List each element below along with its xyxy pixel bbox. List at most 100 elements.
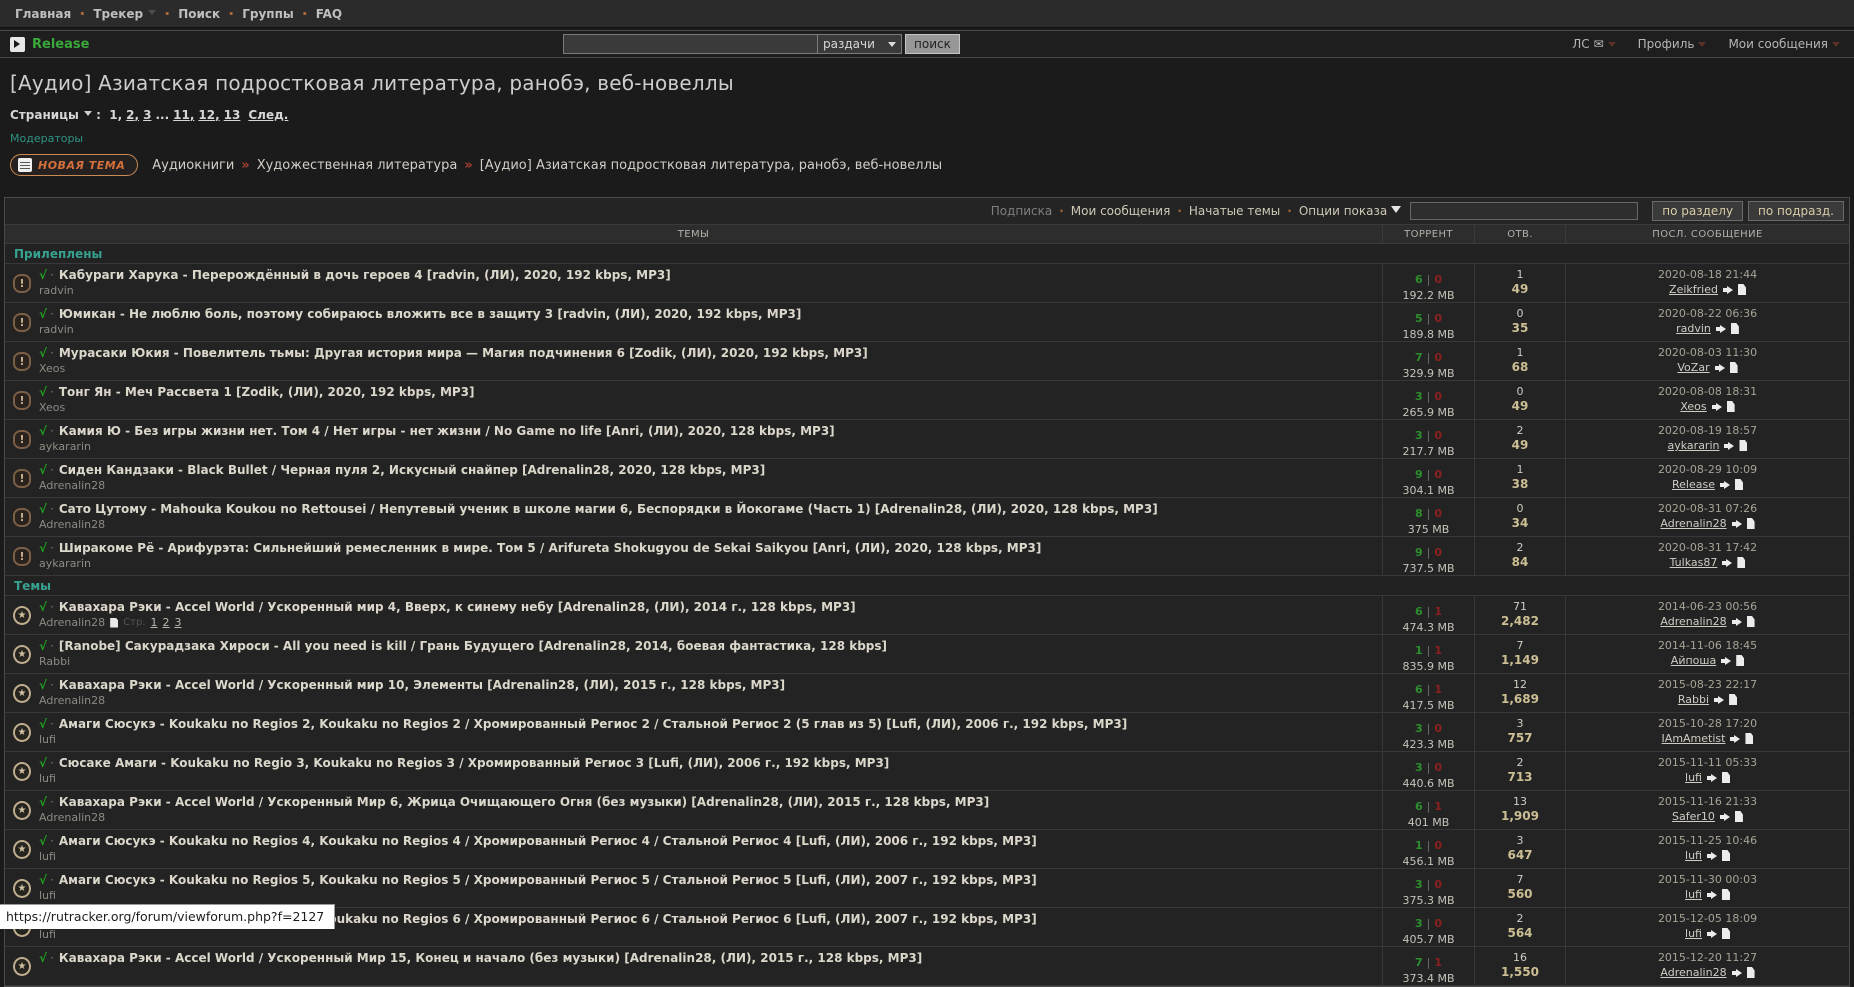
profile-link[interactable]: Профиль [1638,37,1707,51]
page-link[interactable]: 12 [198,108,219,122]
goto-last-post-icon[interactable] [1720,479,1743,490]
topic-title-link[interactable]: Сюсаке Амаги - Koukaku no Regio 3, Kouka… [59,756,889,770]
topic-title-link[interactable]: Камия Ю - Без игры жизни нет. Том 4 / Не… [59,424,835,438]
seeders-count: 6 [1415,683,1423,696]
goto-last-post-icon[interactable] [1721,655,1744,666]
goto-last-post-icon[interactable] [1707,850,1730,861]
goto-last-post-icon[interactable] [1707,928,1730,939]
last-post-cell: 2015-11-30 00:03 lufi [1565,869,1849,907]
nav-groups[interactable]: Группы [242,7,294,21]
last-post-author-link[interactable]: radvin [1676,322,1711,335]
topic-title-link[interactable]: Амаги Сюсукэ - Koukaku no Regios 2, Kouk… [59,717,1127,731]
header-search-input[interactable] [563,34,818,54]
leechers-count: 1 [1434,605,1442,618]
pages-label[interactable]: Страницы [10,108,79,122]
topic-title-link[interactable]: Сиден Кандзаки - Black Bullet / Черная п… [59,463,765,477]
last-post-author-link[interactable]: IAmAmetist [1662,732,1726,745]
goto-last-post-icon[interactable] [1723,284,1746,295]
topic-title-link[interactable]: Кавахара Рэки - Accel World / Ускоренный… [59,600,856,614]
nav-tracker[interactable]: Трекер [93,7,156,21]
page-link[interactable]: 2 [126,108,139,122]
last-post-author-link[interactable]: VoZar [1677,361,1709,374]
goto-last-post-icon[interactable] [1730,733,1753,744]
topic-page-link[interactable]: 2 [163,616,170,629]
goto-last-post-icon[interactable] [1732,616,1755,627]
topic-title-link[interactable]: Кавахара Рэки - Accel World / Ускоренный… [59,678,785,692]
last-post-author-link[interactable]: Rabbi [1678,693,1709,706]
goto-last-post-icon[interactable] [1722,557,1745,568]
topic-author: lufi [39,889,56,902]
topic-page-link[interactable]: 1 [151,616,158,629]
torrent-cell: 9|0 737.5 MB [1382,537,1474,575]
header-last-post[interactable]: ПОСЛ. СООБЩЕНИЕ [1565,225,1849,243]
new-topic-button[interactable]: новая тема [10,154,138,176]
last-post-author-link[interactable]: lufi [1685,888,1702,901]
last-post-author-link[interactable]: Safer10 [1672,810,1715,823]
search-section-button[interactable]: по разделу [1652,201,1743,221]
topic-title-link[interactable]: Кавахара Рэки - Accel World / Ускоренный… [59,951,922,965]
last-post-author-link[interactable]: Zeikfried [1669,283,1718,296]
last-post-author-link[interactable]: Xeos [1680,400,1706,413]
topic-title-link[interactable]: Мурасаки Юкия - Повелитель тьмы: Другая … [59,346,868,360]
topic-title-link[interactable]: Кабураги Харука - Перерождённый в дочь г… [59,268,671,282]
goto-last-post-icon[interactable] [1707,889,1730,900]
header-replies[interactable]: ОТВ. [1474,225,1565,243]
approved-check-icon: √ [39,717,47,731]
last-post-author-link[interactable]: Айпоша [1671,654,1716,667]
goto-last-post-icon[interactable] [1720,811,1743,822]
goto-last-post-icon[interactable] [1732,967,1755,978]
goto-last-post-icon[interactable] [1732,518,1755,529]
topic-title-link[interactable]: Сато Цутому - Mahouka Koukou no Rettouse… [59,502,1158,516]
topic-title-link[interactable]: Кавахара Рэки - Accel World / Ускоренный… [59,795,989,809]
last-post-author-link[interactable]: lufi [1685,849,1702,862]
topic-author: aykararin [39,557,91,570]
goto-last-post-icon[interactable] [1712,401,1735,412]
nav-faq[interactable]: FAQ [316,7,342,21]
last-post-author-link[interactable]: Release [1672,478,1715,491]
next-page-link[interactable]: След. [248,108,288,122]
goto-last-post-icon[interactable] [1714,694,1737,705]
page-link[interactable]: 3 [143,108,151,122]
topic-title-link[interactable]: Тонг Ян - Меч Рассвета 1 [Zodik, (ЛИ), 2… [59,385,475,399]
search-scope-select[interactable]: раздачи [818,34,902,54]
moderators-link[interactable]: Модераторы [10,132,1854,145]
subscribe-link[interactable]: Подписка [991,204,1053,218]
header-search-button[interactable]: поиск [905,34,960,54]
replies-cell: 2 84 [1474,537,1565,575]
topic-title-link[interactable]: Амаги Сюсукэ - Koukaku no Regios 4, Kouk… [59,834,1037,848]
topic-title-link[interactable]: Ширакоме Рё - Арифурэта: Сильнейший реме… [59,541,1042,555]
topic-page-link[interactable]: 3 [175,616,182,629]
last-post-author-link[interactable]: Adrenalin28 [1660,517,1726,530]
last-post-author-link[interactable]: Adrenalin28 [1660,966,1726,979]
display-options-link[interactable]: Опции показа [1299,204,1401,218]
last-post-author-link[interactable]: Tulkas87 [1670,556,1718,569]
last-post-cell: 2020-08-29 10:09 Release [1565,459,1849,497]
breadcrumb-fiction[interactable]: Художественная литература [257,158,458,173]
breadcrumb-audiobooks[interactable]: Аудиокниги [152,158,234,173]
my-messages-link[interactable]: Мои сообщения [1728,37,1840,51]
nav-search[interactable]: Поиск [178,7,220,21]
nav-home[interactable]: Главная [15,7,71,21]
page-link[interactable]: 11 [173,108,194,122]
approved-check-icon: √ [39,424,47,438]
goto-last-post-icon[interactable] [1715,362,1738,373]
topic-title-link[interactable]: Юмикан - Не люблю боль, поэтому собираюс… [59,307,801,321]
site-brand[interactable]: Release [32,37,89,52]
topic-row: ! √·Мурасаки Юкия - Повелитель тьмы: Дру… [5,342,1849,381]
search-subsection-button[interactable]: по подразд. [1748,201,1844,221]
topic-title-link[interactable]: [Ranobe] Сакурадзака Хироси - All you ne… [59,639,887,653]
last-post-author-link[interactable]: lufi [1685,771,1702,784]
site-logo-icon[interactable] [10,37,25,52]
goto-last-post-icon[interactable] [1716,323,1739,334]
last-post-author-link[interactable]: Adrenalin28 [1660,615,1726,628]
header-torrent[interactable]: ТОРРЕНТ [1382,225,1474,243]
private-messages-link[interactable]: ЛС ✉ [1572,37,1615,51]
topic-title-link[interactable]: Амаги Сюсукэ - Koukaku no Regios 5, Kouk… [59,873,1037,887]
goto-last-post-icon[interactable] [1724,440,1747,451]
last-post-author-link[interactable]: aykararin [1668,439,1720,452]
page-link[interactable]: 13 [224,108,241,122]
started-topics-link[interactable]: Начатые темы [1189,204,1280,218]
forum-search-input[interactable] [1410,202,1638,220]
my-messages-toolbar-link[interactable]: Мои сообщения [1071,204,1171,218]
goto-last-post-icon[interactable] [1707,772,1730,783]
